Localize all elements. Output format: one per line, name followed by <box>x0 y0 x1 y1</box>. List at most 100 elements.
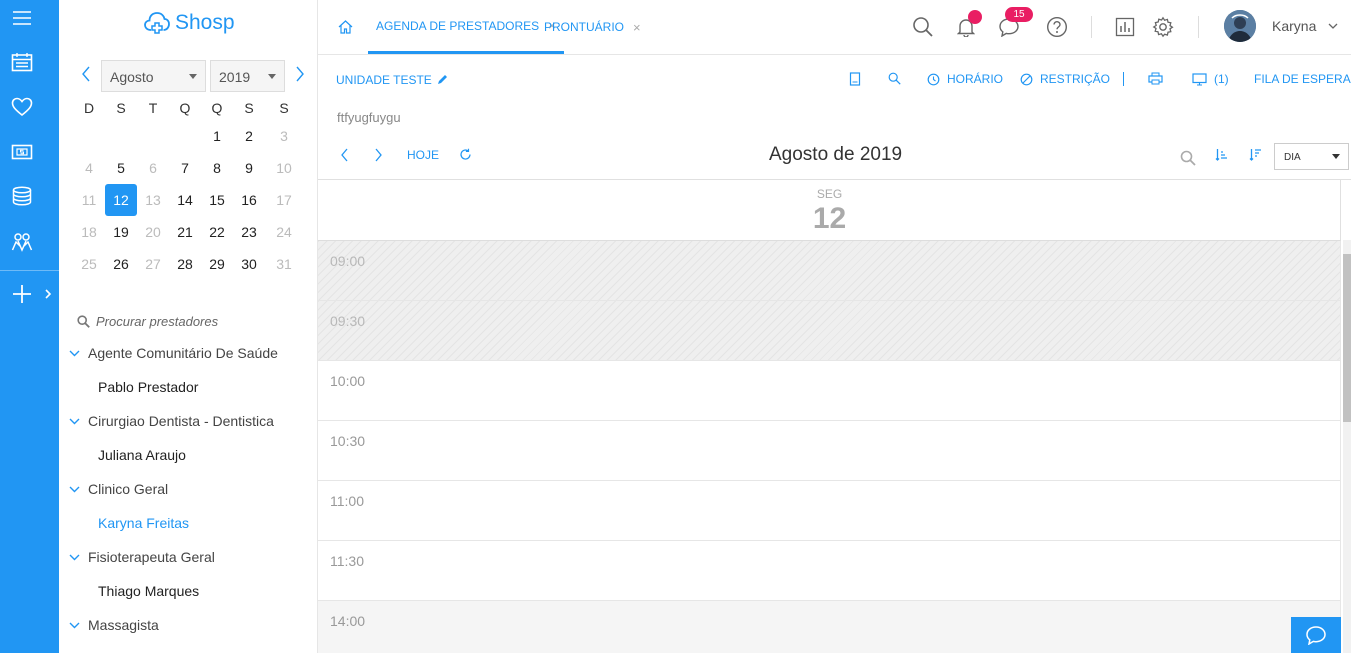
month-select[interactable]: Agosto <box>101 60 206 92</box>
calendar-day[interactable]: 7 <box>169 152 201 184</box>
day-header: SEG 12 <box>318 180 1341 241</box>
sort-ascending-icon[interactable] <box>1215 148 1228 161</box>
tab-prontuario[interactable]: PRONTUÁRIO × <box>544 0 641 54</box>
calendar-day[interactable]: 24 <box>268 216 300 248</box>
provider-group[interactable]: Agente Comunitário De Saúde <box>59 336 317 370</box>
calendar-day[interactable]: 14 <box>169 184 201 216</box>
provider-group[interactable]: Cirurgiao Dentista - Dentistica <box>59 404 317 438</box>
day-number: 12 <box>812 202 847 235</box>
fila-de-espera-button[interactable]: FILA DE ESPERA <box>1254 72 1351 86</box>
home-icon[interactable] <box>338 20 353 34</box>
reports-icon[interactable] <box>1113 15 1137 39</box>
refresh-icon[interactable] <box>459 148 472 161</box>
calendar-day[interactable]: 2 <box>233 120 265 152</box>
time-slot[interactable]: 10:00 <box>318 361 1341 421</box>
gear-icon[interactable] <box>1151 15 1175 39</box>
calendar-day[interactable]: 1 <box>201 120 233 152</box>
search-icon[interactable] <box>1180 150 1196 166</box>
provider-item[interactable]: Alex Sandro <box>59 642 317 653</box>
time-label: 09:30 <box>330 313 366 329</box>
view-select[interactable]: DIA <box>1274 143 1349 170</box>
tab-agenda-prestadores[interactable]: AGENDA DE PRESTADORES × <box>368 0 564 54</box>
calendar-day[interactable]: 3 <box>268 120 300 152</box>
expand-chevron-icon[interactable] <box>44 288 52 300</box>
money-icon[interactable] <box>10 140 34 164</box>
calendar-day[interactable]: 18 <box>73 216 105 248</box>
scrollbar-thumb[interactable] <box>1343 254 1351 422</box>
calendar-day[interactable]: 29 <box>201 248 233 280</box>
search-icon[interactable] <box>888 72 901 85</box>
calendar-day[interactable]: 22 <box>201 216 233 248</box>
time-slot[interactable]: 11:30 <box>318 541 1341 601</box>
calendar-day[interactable]: 10 <box>268 152 300 184</box>
calendar-day[interactable]: 25 <box>73 248 105 280</box>
calendar-day[interactable]: 30 <box>233 248 265 280</box>
provider-item[interactable]: Thiago Marques <box>59 574 317 608</box>
menu-icon[interactable] <box>10 6 34 30</box>
chevron-down-icon <box>69 418 80 424</box>
next-month-chevron-icon[interactable] <box>295 66 309 82</box>
provider-group[interactable]: Massagista <box>59 608 317 642</box>
screen-button[interactable]: (1) <box>1192 72 1229 86</box>
calendar-day-selected[interactable]: 12 <box>105 184 137 216</box>
calendar-day[interactable]: 6 <box>137 152 169 184</box>
help-icon[interactable] <box>1045 15 1069 39</box>
unit-note: ftfyugfuygu <box>337 110 401 125</box>
brand-logo[interactable]: Shosp <box>143 10 235 36</box>
restricao-button[interactable]: RESTRIÇÃO <box>1020 72 1110 86</box>
plus-icon[interactable] <box>10 282 34 306</box>
time-slot[interactable]: 11:00 <box>318 481 1341 541</box>
chevron-down-icon <box>69 554 80 560</box>
calendar-day[interactable]: 15 <box>201 184 233 216</box>
calendar-day[interactable]: 16 <box>233 184 265 216</box>
time-slot[interactable]: 10:30 <box>318 421 1341 481</box>
close-icon[interactable]: × <box>633 20 641 35</box>
time-slot[interactable]: 14:00 <box>318 601 1341 653</box>
user-menu[interactable]: Karyna <box>1224 10 1338 42</box>
print-icon[interactable] <box>1148 72 1163 85</box>
unit-selector[interactable]: UNIDADE TESTE <box>336 73 448 87</box>
chevron-down-icon <box>69 622 80 628</box>
calendar-day[interactable]: 20 <box>137 216 169 248</box>
calendar-day[interactable]: 17 <box>268 184 300 216</box>
provider-item[interactable]: Karyna Freitas <box>59 506 317 540</box>
calendar-day[interactable]: 13 <box>137 184 169 216</box>
provider-search[interactable]: Procurar prestadores <box>77 314 218 329</box>
calendar-day[interactable]: 19 <box>105 216 137 248</box>
time-label: 10:30 <box>330 433 366 449</box>
notification-badge <box>968 10 982 24</box>
calendar-icon[interactable] <box>10 50 34 74</box>
calendar-day[interactable]: 11 <box>73 184 105 216</box>
horario-button[interactable]: HORÁRIO <box>927 72 1003 86</box>
heart-icon[interactable] <box>10 95 34 119</box>
calendar-day[interactable]: 8 <box>201 152 233 184</box>
calendar-day[interactable]: 4 <box>73 152 105 184</box>
calendar-day[interactable]: 23 <box>233 216 265 248</box>
prev-period-chevron-icon[interactable] <box>339 147 349 163</box>
database-icon[interactable] <box>10 184 34 208</box>
book-icon[interactable] <box>849 72 861 86</box>
calendar-day[interactable]: 31 <box>268 248 300 280</box>
time-slot[interactable]: 09:00 <box>318 241 1341 301</box>
calendar-day[interactable]: 26 <box>105 248 137 280</box>
tab-label: AGENDA DE PRESTADORES <box>376 18 540 33</box>
calendar-day[interactable]: 5 <box>105 152 137 184</box>
calendar-day[interactable]: 27 <box>137 248 169 280</box>
calendar-day[interactable]: 28 <box>169 248 201 280</box>
sort-descending-icon[interactable] <box>1249 148 1262 161</box>
year-select[interactable]: 2019 <box>210 60 285 92</box>
next-period-chevron-icon[interactable] <box>374 147 384 163</box>
provider-group[interactable]: Clinico Geral <box>59 472 317 506</box>
calendar-day[interactable]: 21 <box>169 216 201 248</box>
people-icon[interactable] <box>10 230 34 254</box>
provider-group[interactable]: Fisioterapeuta Geral <box>59 540 317 574</box>
provider-item[interactable]: Pablo Prestador <box>59 370 317 404</box>
provider-item[interactable]: Juliana Araujo <box>59 438 317 472</box>
chat-button[interactable] <box>1291 617 1341 653</box>
brand-name: Shosp <box>175 11 235 34</box>
time-slot[interactable]: 09:30 <box>318 301 1341 361</box>
search-icon[interactable] <box>911 15 935 39</box>
today-button[interactable]: HOJE <box>407 148 439 162</box>
scrollbar[interactable] <box>1343 240 1351 653</box>
calendar-day[interactable]: 9 <box>233 152 265 184</box>
